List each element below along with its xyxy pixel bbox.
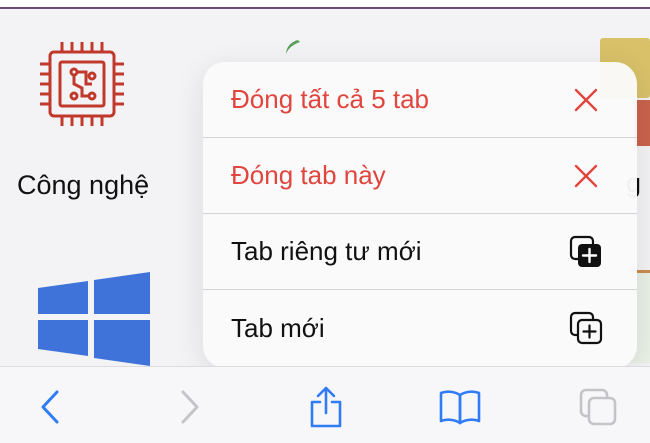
back-button[interactable] (28, 385, 72, 429)
forward-icon (181, 390, 199, 424)
forward-button[interactable] (168, 385, 212, 429)
new-tab-plus-icon (569, 311, 603, 345)
bookmarks-icon (439, 390, 481, 425)
new-tab-item[interactable]: Tab mới (203, 290, 637, 366)
close-icon (569, 159, 603, 193)
top-edge (0, 0, 650, 9)
close-icon (569, 83, 603, 117)
chip-icon (40, 42, 124, 126)
close-all-tabs-label: Đóng tất cả 5 tab (231, 84, 430, 114)
bottom-toolbar (0, 366, 650, 443)
close-this-tab-item[interactable]: Đóng tab này (203, 138, 637, 214)
tabs-icon (579, 388, 617, 426)
new-private-tab-label: Tab riêng tư mới (231, 236, 422, 266)
close-all-tabs-item[interactable]: Đóng tất cả 5 tab (203, 62, 637, 138)
new-tab-label: Tab mới (231, 312, 325, 343)
windows-logo-icon[interactable] (38, 266, 150, 366)
tabs-context-menu: Đóng tất cả 5 tab Đóng tab này Tab riêng… (203, 62, 637, 368)
private-tab-plus-icon (569, 235, 603, 269)
close-this-tab-label: Đóng tab này (231, 160, 386, 190)
new-private-tab-item[interactable]: Tab riêng tư mới (203, 214, 637, 290)
bookmarks-button[interactable] (438, 385, 482, 429)
back-icon (41, 390, 59, 424)
safari-screen: Công nghệ g Đóng tất cả 5 tab Đóng tab n… (0, 0, 650, 443)
tabs-button[interactable] (576, 385, 620, 429)
share-button[interactable] (304, 385, 348, 429)
technology-tile-label: Công nghệ (17, 170, 150, 200)
share-icon (310, 386, 342, 428)
